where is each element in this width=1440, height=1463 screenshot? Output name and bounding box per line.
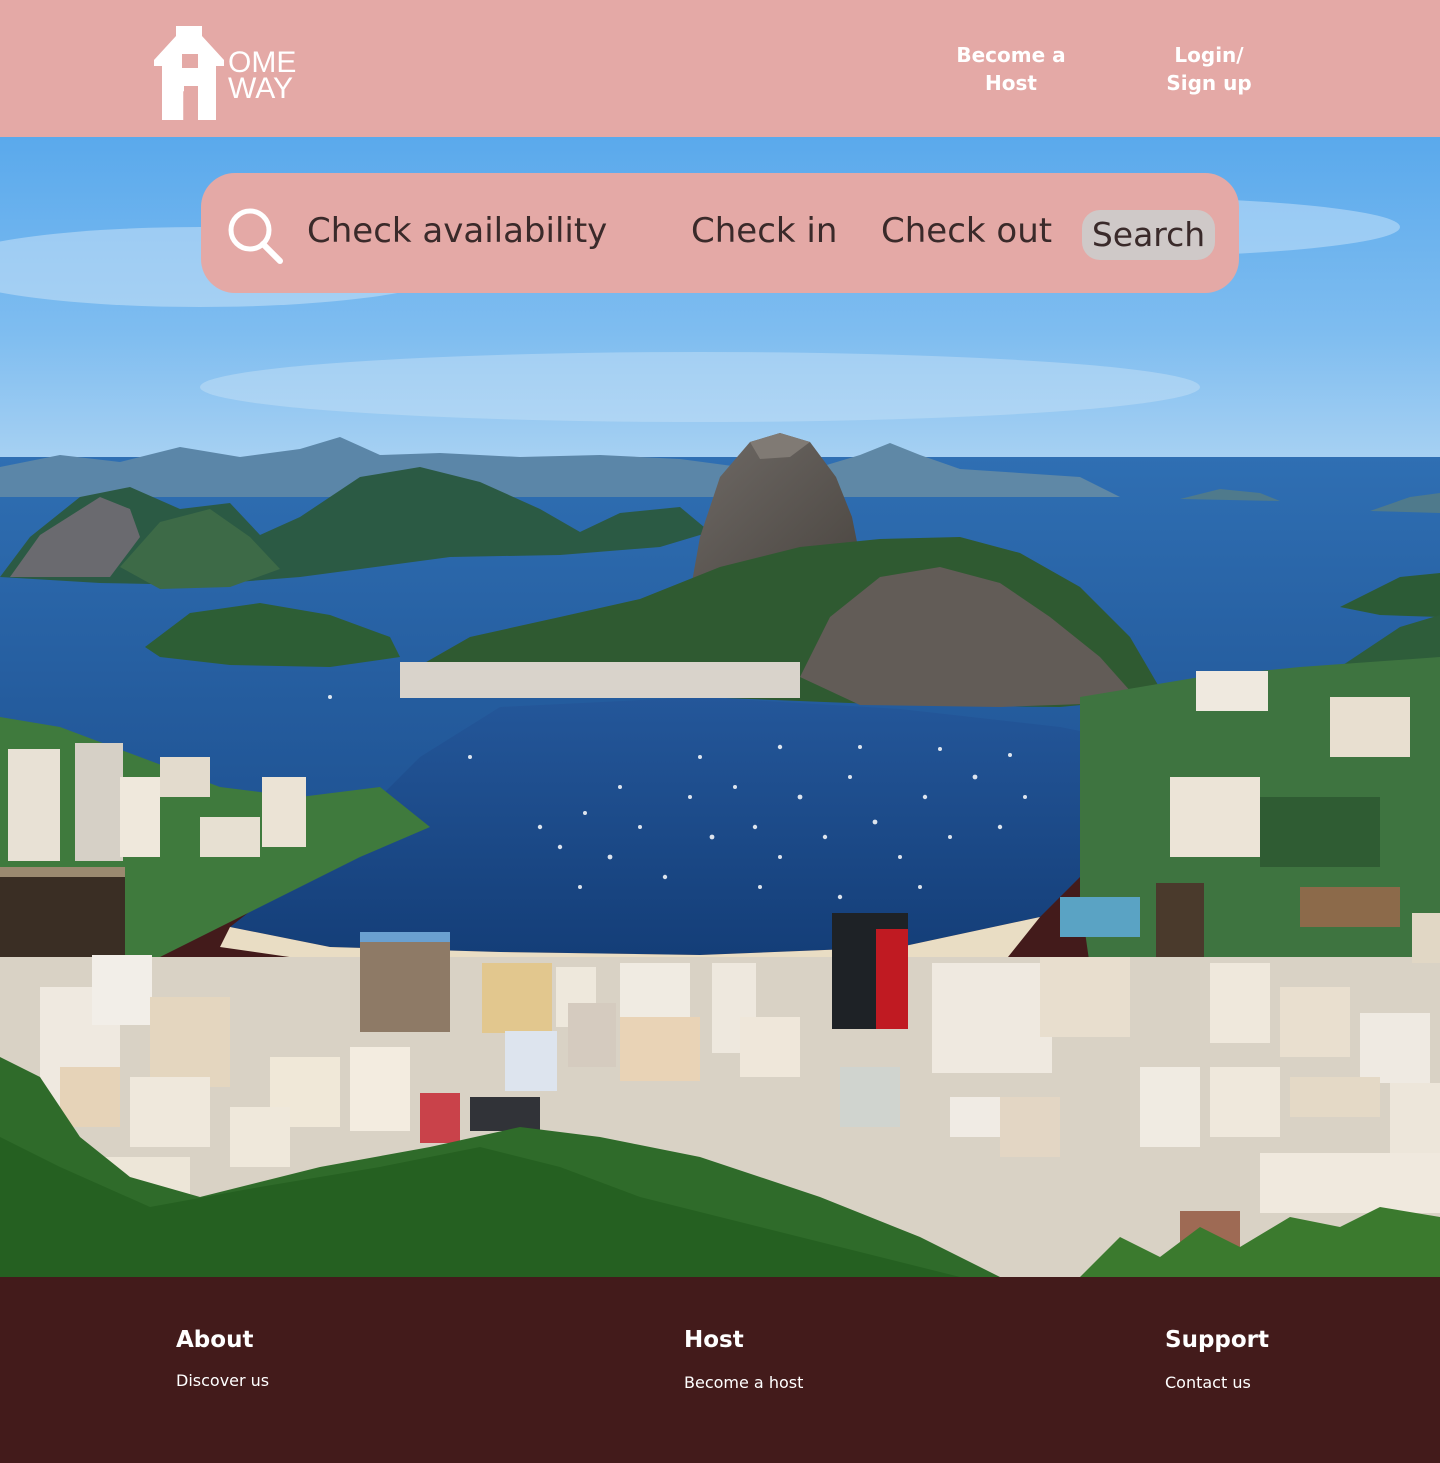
homeaway-logo[interactable]: OME WAY	[154, 26, 314, 120]
hero-image	[0, 137, 1440, 1277]
discover-us-link[interactable]: Discover us	[176, 1370, 269, 1392]
house-a-logo-icon	[154, 26, 224, 120]
login-signup-link[interactable]: Login/ Sign up	[1150, 41, 1268, 97]
become-host-line1: Become a	[956, 43, 1066, 67]
become-host-link[interactable]: Become a Host	[946, 41, 1076, 97]
search-icon[interactable]	[226, 206, 284, 264]
search-button[interactable]: Search	[1082, 210, 1215, 260]
site-header: OME WAY Become a Host Login/ Sign up	[0, 0, 1440, 137]
check-out-field[interactable]: Check out	[881, 209, 1052, 253]
check-in-field[interactable]: Check in	[691, 209, 837, 253]
footer-heading-host: Host	[684, 1327, 744, 1353]
become-host-line2: Host	[985, 71, 1037, 95]
contact-us-link[interactable]: Contact us	[1165, 1372, 1251, 1394]
coastal-city-illustration	[0, 137, 1440, 1277]
login-line2: Sign up	[1166, 71, 1252, 95]
login-line1: Login/	[1174, 43, 1244, 67]
become-a-host-link[interactable]: Become a host	[684, 1372, 803, 1394]
search-bar: Check availability Check in Check out Se…	[201, 173, 1239, 293]
site-footer: About Discover us Host Become a host Sup…	[0, 1277, 1440, 1463]
check-availability-field[interactable]: Check availability	[307, 209, 607, 253]
footer-heading-support: Support	[1165, 1327, 1270, 1353]
footer-heading-about: About	[176, 1327, 254, 1353]
logo-word-bottom: WAY	[228, 72, 293, 105]
